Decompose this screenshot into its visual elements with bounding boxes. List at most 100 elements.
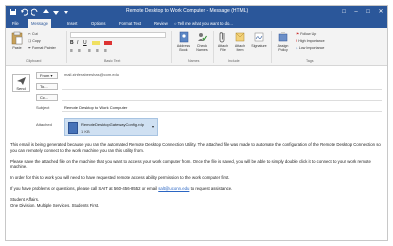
copy-label: Copy — [32, 39, 41, 43]
paperclip-icon — [219, 32, 225, 43]
signature-icon — [254, 32, 264, 42]
ribbon-separator — [66, 31, 67, 63]
italic-icon[interactable]: I — [77, 40, 78, 46]
down-arrow-icon[interactable] — [52, 8, 60, 16]
flag-icon: ⚑ — [296, 32, 300, 36]
attachment-chip[interactable]: RemoteDesktopGatewayConfig.rdp 1 KB ▾ — [64, 118, 158, 136]
cc-button[interactable]: Cc... — [36, 94, 58, 101]
subject-label: Subject — [36, 105, 50, 110]
tab-review[interactable]: Review — [151, 19, 171, 28]
to-button[interactable]: To... — [36, 83, 58, 90]
save-icon[interactable] — [9, 8, 17, 16]
assign-policy-button[interactable]: Assign Policy — [274, 31, 292, 52]
paste-label: Paste — [12, 46, 22, 50]
include-group-label: Include — [228, 59, 240, 63]
send-icon — [17, 77, 26, 85]
from-field: mail.zinferabeeshas@com.edu — [64, 72, 119, 77]
tell-me-text: Tell me what you want to do... — [177, 21, 233, 26]
high-importance-label: High Importance — [298, 39, 325, 43]
check-names-button[interactable]: Check Names — [193, 31, 211, 52]
copy-icon: ❏ — [28, 39, 32, 43]
brush-icon: ✒ — [28, 46, 32, 50]
underline-icon[interactable]: U — [83, 40, 87, 46]
close-icon[interactable]: ✕ — [376, 7, 386, 17]
align-right-icon[interactable]: ≡ — [104, 48, 107, 54]
body-paragraph-2: Please save the attached file on the mac… — [10, 158, 371, 170]
low-importance-button[interactable]: ↓ Low Importance — [296, 46, 324, 51]
attach-item-icon — [235, 32, 245, 42]
attached-label: Attached — [36, 122, 52, 127]
follow-up-label: Follow Up — [300, 32, 317, 36]
title-bar: Remote Desktop to Work Computer - Messag… — [6, 6, 387, 18]
basic-text-group-label: Basic Text — [104, 59, 121, 63]
message-body[interactable]: This email is being generated because yo… — [10, 142, 384, 208]
signature-label: Signature — [251, 44, 267, 48]
tab-insert[interactable]: Insert — [64, 19, 80, 28]
redo-icon[interactable] — [31, 8, 39, 16]
check-names-label: Check Names — [196, 44, 208, 52]
body-paragraph-3: In order for this to work you will need … — [10, 175, 230, 181]
align-center-icon[interactable]: ≡ — [96, 48, 99, 54]
cut-button[interactable]: ✂ Cut — [28, 32, 38, 37]
support-email-link[interactable]: salt@uconn.edu — [158, 186, 189, 191]
cc-field[interactable] — [62, 93, 382, 101]
tab-message[interactable]: Message — [28, 19, 51, 28]
numbering-icon[interactable]: ≡ — [78, 48, 81, 54]
maximize-icon[interactable]: □ — [363, 7, 373, 17]
rdp-file-icon — [68, 122, 78, 134]
minimize-icon[interactable]: – — [351, 7, 361, 17]
lightbulb-icon: ○ — [174, 21, 177, 26]
names-group-label: Names — [188, 59, 200, 63]
body-paragraph-1: This email is being generated because yo… — [10, 142, 381, 153]
tab-format-text[interactable]: Format Text — [116, 19, 144, 28]
low-importance-label: Low Importance — [298, 46, 325, 50]
tell-me-search[interactable]: ○ Tell me what you want to do... — [174, 19, 233, 28]
send-label: Send — [16, 86, 26, 91]
attach-file-label: Attach File — [217, 44, 229, 52]
tags-group-label: Tags — [306, 59, 314, 63]
scissors-icon: ✂ — [28, 32, 32, 36]
tab-file[interactable]: File — [9, 19, 22, 28]
assign-policy-label: Assign Policy — [277, 44, 289, 52]
window-title: Remote Desktop to Work Computer - Messag… — [126, 8, 249, 14]
attach-item-button[interactable]: Attach Item — [232, 31, 248, 52]
format-painter-button[interactable]: ✒ Format Painter — [28, 46, 56, 51]
high-importance-button[interactable]: ! High Importance — [296, 39, 325, 44]
attachment-name: RemoteDesktopGatewayConfig.rdp — [81, 122, 144, 127]
ribbon-tab-bar: File Message Insert Options Format Text … — [6, 18, 387, 28]
subject-field[interactable]: Remote Desktop to Work Computer — [62, 104, 382, 112]
ribbon-options-icon[interactable]: □ — [339, 7, 349, 17]
to-field[interactable] — [62, 82, 382, 90]
signature-button[interactable]: Signature — [249, 31, 269, 48]
check-names-icon — [198, 33, 207, 42]
copy-button[interactable]: ❏ Copy — [28, 39, 41, 44]
body-paragraph-4-text: If you have problems or questions, pleas… — [10, 185, 159, 191]
cut-label: Cut — [32, 32, 38, 36]
undo-icon[interactable] — [20, 8, 28, 16]
bold-icon[interactable]: B — [70, 40, 74, 46]
bullets-icon[interactable]: ≡ — [70, 48, 73, 54]
from-button[interactable]: From ▾ — [36, 72, 58, 79]
attach-file-button[interactable]: Attach File — [215, 31, 231, 52]
from-label: From — [40, 73, 50, 78]
attachment-size: 1 KB — [81, 129, 90, 134]
font-color-icon[interactable] — [104, 41, 112, 45]
address-book-button[interactable]: Address Book — [174, 31, 193, 52]
align-left-icon[interactable]: ≡ — [88, 48, 91, 54]
tab-options[interactable]: Options — [88, 19, 108, 28]
chevron-down-icon[interactable]: ▾ — [152, 124, 154, 129]
highlight-icon[interactable] — [92, 41, 100, 45]
outlook-message-window: Remote Desktop to Work Computer - Messag… — [5, 5, 388, 241]
ribbon-separator — [171, 31, 172, 63]
signature-line-2: One Division. Multiple Services. Student… — [10, 202, 100, 208]
clipboard-group-label: Clipboard — [26, 59, 42, 63]
paste-button[interactable]: Paste — [9, 31, 25, 50]
chevron-down-icon: ▾ — [50, 73, 53, 78]
font-name-dropdown[interactable] — [70, 32, 166, 38]
up-arrow-icon[interactable] — [42, 8, 50, 16]
paragraph-buttons-row: ≡ ≡ ≡ ≡ ≡ — [70, 48, 166, 54]
customize-qat-icon[interactable] — [62, 8, 70, 16]
send-button[interactable]: Send — [12, 74, 30, 92]
attach-item-label: Attach Item — [234, 44, 246, 52]
follow-up-button[interactable]: ⚑ Follow Up — [296, 32, 316, 37]
